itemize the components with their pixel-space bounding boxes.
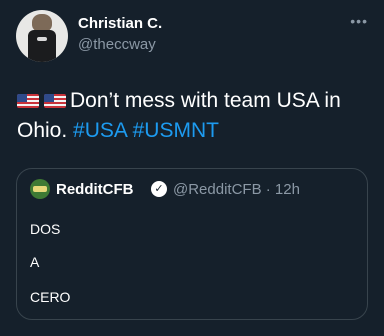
hashtag-usmnt[interactable]: #USMNT	[133, 119, 219, 142]
avatar-body	[28, 30, 56, 62]
quoted-author-name[interactable]: RedditCFB	[56, 181, 134, 198]
author-avatar[interactable]	[16, 10, 68, 62]
tweet-text: Don’t mess with team USA in Ohio. #USA #…	[17, 86, 367, 146]
quoted-avatar[interactable]	[30, 179, 50, 199]
verified-badge-icon: ✓	[151, 181, 167, 197]
hashtag-usa[interactable]: #USA	[73, 119, 127, 142]
us-flag-icon	[44, 94, 66, 108]
quoted-line-2: A	[30, 254, 40, 270]
author-handle[interactable]: @theccway	[78, 36, 156, 53]
more-options-icon[interactable]: •••	[350, 13, 368, 29]
us-flag-icon	[17, 94, 39, 108]
quoted-tweet-card[interactable]: RedditCFB ✓ @RedditCFB · 12h DOS A CERO	[16, 168, 368, 320]
author-name[interactable]: Christian C.	[78, 15, 162, 32]
quoted-line-3: CERO	[30, 289, 71, 305]
quoted-line-1: DOS	[30, 221, 61, 237]
avatar-logo	[37, 37, 47, 41]
quoted-handle-time[interactable]: @RedditCFB · 12h	[173, 181, 300, 198]
